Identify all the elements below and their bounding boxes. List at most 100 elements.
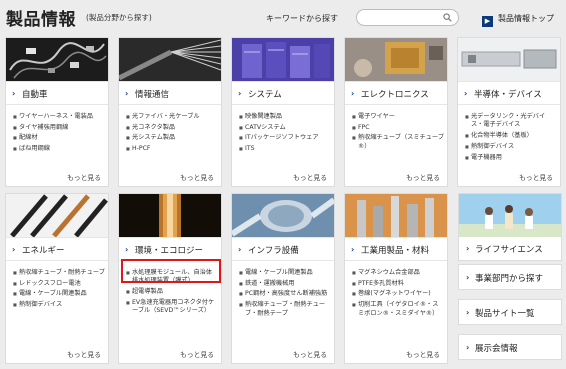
product-link[interactable]: マグネシウム合金部品 [352,269,444,278]
side-link-label: 事業部門から探す [475,274,544,284]
product-link[interactable]: 光ファイバ・光ケーブル [126,113,218,122]
side-link-exhibitions[interactable]: › 展示会情報 [458,334,562,360]
more-link-infocomm[interactable]: もっと見る [180,172,214,182]
product-link[interactable]: ばね用鋼線 [13,145,105,154]
category-card-energy[interactable]: › エネルギー 熱収縮チューブ・耐熱チューブ レドックスフロー電池 電線・ケーブ… [5,193,109,364]
chevron-right-icon: › [125,89,129,98]
chevron-right-icon: › [12,245,16,254]
search-icon[interactable] [443,13,452,22]
category-label-systems: システム [248,90,282,100]
keyword-search-label: キーワードから探す [266,14,338,23]
product-link[interactable]: 化合物半導体（基板） [465,132,557,141]
more-link-infrastructure[interactable]: もっと見る [293,349,327,359]
product-link[interactable]: 電子機器用 [465,154,557,163]
product-link[interactable]: 電線・ケーブル関連製品 [239,269,331,278]
product-link[interactable]: 熱収縮チューブ（スミチューブ®） [352,134,444,151]
product-link[interactable]: EV急速充電器用コネクタ付ケーブル（SEVD™シリーズ） [126,299,218,316]
product-link[interactable]: CATVシステム [239,124,331,133]
category-header-systems[interactable]: › システム [232,81,334,105]
side-link-label: ライフサイエンス [475,245,543,255]
category-card-semiconductor[interactable]: › 半導体・デバイス 光データリンク・光デバイス・電子デバイス 化合物半導体（基… [457,37,561,187]
category-label-energy: エネルギー [22,246,65,256]
more-link-semiconductor[interactable]: もっと見る [519,172,553,182]
chevron-right-icon: › [466,273,470,282]
product-link[interactable]: ITS [239,145,331,154]
category-header-infocomm[interactable]: › 情報通信 [119,81,221,105]
chevron-right-icon: › [351,89,355,98]
more-link-environment[interactable]: もっと見る [180,349,214,359]
chevron-right-icon: › [466,244,470,253]
chevron-right-icon: › [466,343,470,352]
product-link[interactable]: PC鋼材・高強度せん断補強筋 [239,290,331,299]
side-link-product-sites[interactable]: › 製品サイト一覧 [458,299,562,325]
more-link-electronics[interactable]: もっと見る [406,172,440,182]
chevron-right-icon: › [238,89,242,98]
side-link-life-science[interactable]: › ライフサイエンス [458,193,562,261]
page-header: 製品情報 (製品分野から探す) キーワードから探す ▶ 製品情報トップ [0,0,566,34]
category-card-industrial[interactable]: › 工業用製品・材料 マグネシウム合金部品 PTFE多孔質材料 巻線(マグネット… [344,193,448,364]
product-link[interactable]: 熱収縮チューブ・耐熱チューブ・耐熱テープ [239,301,331,318]
product-info-top-link[interactable]: ▶ 製品情報トップ [482,13,554,27]
category-label-electronics: エレクトロニクス [361,90,429,100]
product-link[interactable]: 超電導製品 [126,288,218,297]
category-label-environment: 環境・エコロジー [135,246,204,256]
category-card-automotive[interactable]: › 自動車 ワイヤーハーネス・電装品 タイヤ補強用鋼線 配線材 ばね用鋼線 もっ… [5,37,109,187]
product-link[interactable]: FPC [352,124,444,133]
product-link[interactable]: PTFE多孔質材料 [352,280,444,289]
more-link-industrial[interactable]: もっと見る [406,349,440,359]
side-link-by-division[interactable]: › 事業部門から探す [458,264,562,290]
product-list-automotive: ワイヤーハーネス・電装品 タイヤ補強用鋼線 配線材 ばね用鋼線 [13,113,105,156]
product-link[interactable]: 配線材 [13,134,105,143]
category-label-industrial: 工業用製品・材料 [361,246,430,256]
more-link-energy[interactable]: もっと見る [67,349,101,359]
category-label-infrastructure: インフラ設備 [248,246,299,256]
category-header-energy[interactable]: › エネルギー [6,237,108,261]
product-list-semiconductor: 光データリンク・光デバイス・電子デバイス 化合物半導体（基板） 熱制御デバイス … [465,113,557,164]
product-link[interactable]: 熱制御デバイス [465,143,557,152]
life-science-image [459,194,561,237]
chevron-right-icon: › [351,245,355,254]
chevron-right-icon: › [464,89,468,98]
product-link[interactable]: 光コネクタ製品 [126,124,218,133]
keyword-search-input[interactable] [356,9,459,26]
side-link-label: 展示会情報 [475,344,518,354]
category-card-systems[interactable]: › システム 映像関連製品 CATVシステム ITパッケージソフトウェア ITS… [231,37,335,187]
environment-image [119,194,221,237]
category-label-semiconductor: 半導体・デバイス [474,90,542,100]
product-link[interactable]: 熱制御デバイス [13,301,105,310]
more-link-systems[interactable]: もっと見る [293,172,327,182]
product-link[interactable]: ワイヤーハーネス・電装品 [13,113,105,122]
product-link[interactable]: 映像関連製品 [239,113,331,122]
product-link[interactable]: H-PCF [126,145,218,154]
more-link-automotive[interactable]: もっと見る [67,172,101,182]
product-link[interactable]: ITパッケージソフトウェア [239,134,331,143]
category-card-infrastructure[interactable]: › インフラ設備 電線・ケーブル関連製品 鉄道・運搬機械用 PC鋼材・高強度せん… [231,193,335,364]
category-header-environment[interactable]: › 環境・エコロジー [119,237,221,261]
infrastructure-image [232,194,334,237]
category-card-electronics[interactable]: › エレクトロニクス 電子ワイヤー FPC 熱収縮チューブ（スミチューブ®） も… [344,37,448,187]
product-link[interactable]: 光データリンク・光デバイス・電子デバイス [465,113,557,130]
product-link[interactable]: 電線・ケーブル関連製品 [13,290,105,299]
product-link[interactable]: 光システム製品 [126,134,218,143]
category-header-automotive[interactable]: › 自動車 [6,81,108,105]
product-link[interactable]: 鉄道・運搬機械用 [239,280,331,289]
side-link-label: 製品サイト一覧 [475,309,535,319]
product-link[interactable]: 熱収縮チューブ・耐熱チューブ [13,269,105,278]
category-header-infrastructure[interactable]: › インフラ設備 [232,237,334,261]
industrial-image [345,194,447,237]
product-link[interactable]: レドックスフロー電池 [13,280,105,289]
product-link[interactable]: 電子ワイヤー [352,113,444,122]
highlight-box [121,259,221,283]
category-card-infocomm[interactable]: › 情報通信 光ファイバ・光ケーブル 光コネクタ製品 光システム製品 H-PCF… [118,37,222,187]
product-link[interactable]: タイヤ補強用鋼線 [13,124,105,133]
product-link[interactable]: 切削工具（イゲタロイ®・スミボロン®・スミダイヤ®） [352,301,444,318]
category-label-automotive: 自動車 [22,90,48,100]
product-list-electronics: 電子ワイヤー FPC 熱収縮チューブ（スミチューブ®） [352,113,444,154]
product-link[interactable]: 巻線(マグネットワイヤー) [352,290,444,299]
category-header-industrial[interactable]: › 工業用製品・材料 [345,237,447,261]
page-subtitle: (製品分野から探す) [86,13,152,22]
product-list-infrastructure: 電線・ケーブル関連製品 鉄道・運搬機械用 PC鋼材・高強度せん断補強筋 熱収縮チ… [239,269,331,320]
category-header-semiconductor[interactable]: › 半導体・デバイス [458,81,560,105]
arrow-right-icon: ▶ [482,16,493,27]
category-header-electronics[interactable]: › エレクトロニクス [345,81,447,105]
